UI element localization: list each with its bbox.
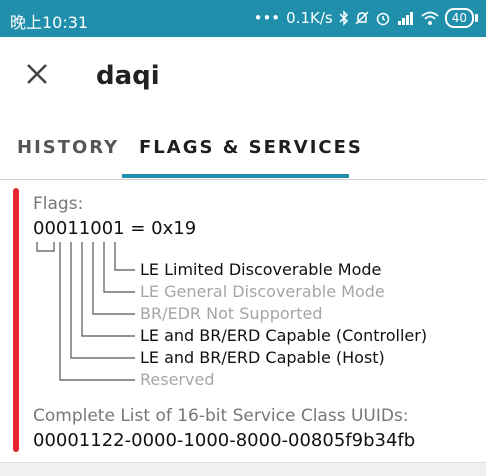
app-bar: daqi <box>0 37 486 117</box>
services-title: Complete List of 16-bit Service Class UU… <box>33 406 409 426</box>
tab-flags-services[interactable]: FLAGS & SERVICES <box>139 137 363 158</box>
status-time: 晚上10:31 <box>10 13 89 32</box>
flag-bit-0-label: LE Limited Discoverable Mode <box>140 260 382 279</box>
tab-history[interactable]: HISTORY <box>17 137 119 158</box>
device-title: daqi <box>96 61 160 91</box>
network-speed: 0.1K/s <box>286 9 333 27</box>
mute-icon <box>355 11 369 25</box>
dots-icon: ••• <box>253 9 281 27</box>
flag-bit-3-label: LE and BR/ERD Capable (Controller) <box>140 326 428 345</box>
bluetooth-icon <box>339 10 348 26</box>
bottom-strip <box>0 462 486 476</box>
tab-indicator <box>122 174 349 178</box>
battery-icon: 40 <box>444 8 478 28</box>
tab-bar: HISTORY FLAGS & SERVICES <box>0 117 486 180</box>
flags-panel: Flags: 00011001 = 0x19 LE Limited Discov… <box>0 180 486 462</box>
signal-icon <box>397 12 413 25</box>
alarm-icon <box>376 12 389 26</box>
wifi-icon <box>421 11 439 25</box>
flag-bit-4-label: LE and BR/ERD Capable (Host) <box>140 348 385 367</box>
services-uuid-value: 00001122-0000-1000-8000-00805f9b34fb <box>33 430 416 451</box>
flag-bit-2-label: BR/EDR Not Supported <box>140 304 323 323</box>
status-bar: 晚上10:31 ••• 0.1K/s 40 <box>0 0 486 37</box>
flag-bit-5-label: Reserved <box>140 370 215 389</box>
close-icon[interactable] <box>22 59 52 89</box>
flag-bit-1-label: LE General Discoverable Mode <box>140 282 385 301</box>
status-icons: ••• 0.1K/s 40 <box>254 8 478 28</box>
